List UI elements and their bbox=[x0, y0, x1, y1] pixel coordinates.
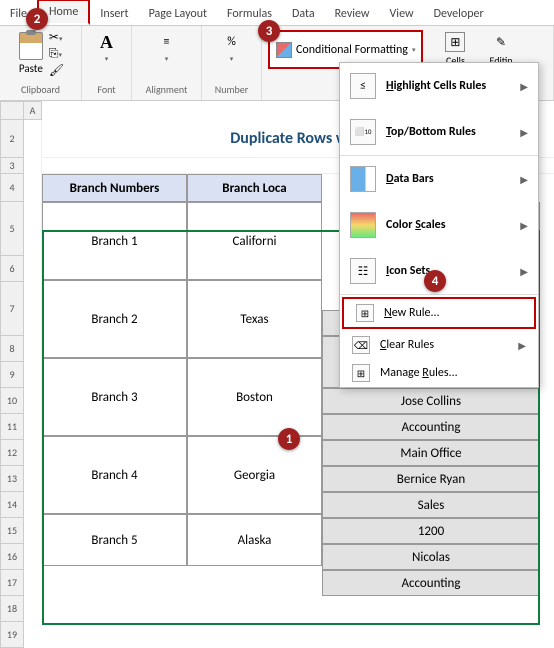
header-branch-numbers[interactable]: Branch Numbers bbox=[42, 174, 187, 202]
paste-label: Paste bbox=[19, 62, 43, 75]
row-header[interactable]: 18 bbox=[0, 596, 24, 622]
callout-4: 4 bbox=[424, 270, 446, 292]
cell-branch[interactable]: Branch 1 bbox=[42, 202, 187, 280]
editing-icon: ✎ bbox=[491, 32, 511, 52]
alignment-icon: ≡ bbox=[157, 32, 177, 52]
row-header[interactable]: 15 bbox=[0, 518, 24, 544]
alignment-button[interactable]: ≡ ▾ bbox=[155, 30, 179, 65]
ribbon-tabs: File Home Insert Page Layout Formulas Da… bbox=[0, 0, 554, 26]
row-header[interactable]: 2 bbox=[0, 120, 24, 158]
menu-new-rule[interactable]: ⊞ New Rule... bbox=[344, 299, 534, 327]
row-header[interactable]: 17 bbox=[0, 570, 24, 596]
row-header[interactable]: 13 bbox=[0, 466, 24, 492]
menu-highlight-cells[interactable]: ≤ HHighlight Cells Rulesighlight Cells R… bbox=[340, 63, 538, 109]
tab-review[interactable]: Review bbox=[325, 3, 380, 25]
cell-location[interactable]: Texas bbox=[187, 280, 322, 358]
top-bottom-icon: ⬜10 bbox=[350, 119, 376, 145]
cell-location[interactable]: Californi bbox=[187, 202, 322, 280]
new-rule-icon: ⊞ bbox=[356, 304, 374, 322]
cell-detail[interactable]: Nicolas bbox=[322, 544, 540, 570]
clipboard-icon bbox=[19, 32, 43, 60]
tab-insert[interactable]: Insert bbox=[90, 3, 138, 25]
cell-location[interactable]: Boston bbox=[187, 358, 322, 436]
font-icon: A bbox=[97, 32, 117, 52]
font-button[interactable]: A ▾ bbox=[95, 30, 119, 65]
tab-view[interactable]: View bbox=[380, 3, 424, 25]
cut-icon[interactable]: ✂▾ bbox=[49, 30, 64, 45]
submenu-arrow-icon: ▶ bbox=[520, 80, 528, 93]
menu-manage-rules[interactable]: ⊞ Manage Rules... bbox=[340, 359, 538, 387]
column-header[interactable]: A bbox=[24, 101, 42, 120]
row-header[interactable]: 14 bbox=[0, 492, 24, 518]
callout-2: 2 bbox=[26, 8, 48, 30]
paste-button[interactable]: Paste bbox=[17, 30, 45, 77]
submenu-arrow-icon: ▶ bbox=[520, 173, 528, 186]
row-header[interactable]: 3 bbox=[0, 158, 24, 174]
submenu-arrow-icon: ▶ bbox=[520, 219, 528, 232]
row-header[interactable]: 7 bbox=[0, 282, 24, 336]
callout-1: 1 bbox=[278, 428, 300, 450]
cell-detail[interactable]: 1200 bbox=[322, 518, 540, 544]
cell-location[interactable]: Alaska bbox=[187, 514, 322, 566]
header-branch-location[interactable]: Branch Loca bbox=[187, 174, 322, 202]
tab-data[interactable]: Data bbox=[282, 3, 325, 25]
group-font-label: Font bbox=[97, 83, 115, 96]
callout-3: 3 bbox=[258, 20, 280, 42]
cell-detail[interactable]: Accounting bbox=[322, 414, 540, 440]
group-clipboard-label: Clipboard bbox=[21, 83, 60, 96]
chevron-down-icon: ▾ bbox=[412, 45, 416, 54]
menu-data-bars[interactable]: Data Bars ▶ bbox=[340, 156, 538, 202]
tab-developer[interactable]: Developer bbox=[424, 3, 494, 25]
cell-branch[interactable]: Branch 5 bbox=[42, 514, 187, 566]
select-all-cell[interactable] bbox=[0, 101, 24, 120]
clear-rules-icon: ⌫ bbox=[352, 336, 370, 354]
number-button[interactable]: % ▾ bbox=[220, 30, 244, 65]
cell-detail[interactable]: Jose Collins bbox=[322, 388, 540, 414]
row-header[interactable]: 19 bbox=[0, 622, 24, 648]
icon-sets-icon: ☷ bbox=[350, 258, 376, 284]
row-header[interactable]: 4 bbox=[0, 174, 24, 202]
row-header[interactable]: 8 bbox=[0, 336, 24, 362]
cells-icon: ⊞ bbox=[445, 32, 465, 52]
cell-branch[interactable]: Branch 4 bbox=[42, 436, 187, 514]
row-header[interactable]: 6 bbox=[0, 256, 24, 282]
group-alignment-label: Alignment bbox=[146, 83, 188, 96]
submenu-arrow-icon: ▶ bbox=[520, 126, 528, 139]
highlight-cells-icon: ≤ bbox=[350, 73, 376, 99]
row-header[interactable]: 12 bbox=[0, 440, 24, 466]
menu-clear-rules[interactable]: ⌫ Clear Rules ▶ bbox=[340, 331, 538, 359]
data-bars-icon bbox=[350, 166, 376, 192]
cell-detail[interactable]: Bernice Ryan bbox=[322, 466, 540, 492]
row-header[interactable]: 16 bbox=[0, 544, 24, 570]
cell-location[interactable]: Georgia bbox=[187, 436, 322, 514]
cell-detail[interactable]: Sales bbox=[322, 492, 540, 518]
color-scales-icon bbox=[350, 212, 376, 238]
submenu-arrow-icon: ▶ bbox=[518, 339, 526, 352]
percent-icon: % bbox=[222, 32, 242, 52]
menu-color-scales[interactable]: Color Scales ▶ bbox=[340, 202, 538, 248]
cell-detail[interactable]: Accounting bbox=[322, 570, 540, 596]
row-headers: 2 3 4 5 6 7 8 9 10 11 12 13 14 15 16 17 … bbox=[0, 120, 24, 648]
row-header[interactable]: 10 bbox=[0, 388, 24, 414]
conditional-formatting-icon bbox=[276, 42, 292, 58]
conditional-formatting-label: Conditional Formatting bbox=[296, 43, 408, 57]
conditional-formatting-menu: ≤ HHighlight Cells Rulesighlight Cells R… bbox=[339, 62, 539, 388]
cell-detail[interactable]: Main Office bbox=[322, 440, 540, 466]
row-header[interactable]: 5 bbox=[0, 202, 24, 256]
row-header[interactable]: 11 bbox=[0, 414, 24, 440]
manage-rules-icon: ⊞ bbox=[352, 364, 370, 382]
cell-branch[interactable]: Branch 2 bbox=[42, 280, 187, 358]
submenu-arrow-icon: ▶ bbox=[520, 265, 528, 278]
format-painter-icon[interactable]: 🖌 bbox=[49, 63, 64, 78]
copy-icon[interactable]: ⎘▾ bbox=[49, 47, 64, 61]
tab-pagelayout[interactable]: Page Layout bbox=[139, 3, 217, 25]
cell-branch[interactable]: Branch 3 bbox=[42, 358, 187, 436]
menu-top-bottom[interactable]: ⬜10 Top/Bottom Rules ▶ bbox=[340, 109, 538, 156]
row-header[interactable]: 9 bbox=[0, 362, 24, 388]
group-number-label: Number bbox=[215, 83, 248, 96]
